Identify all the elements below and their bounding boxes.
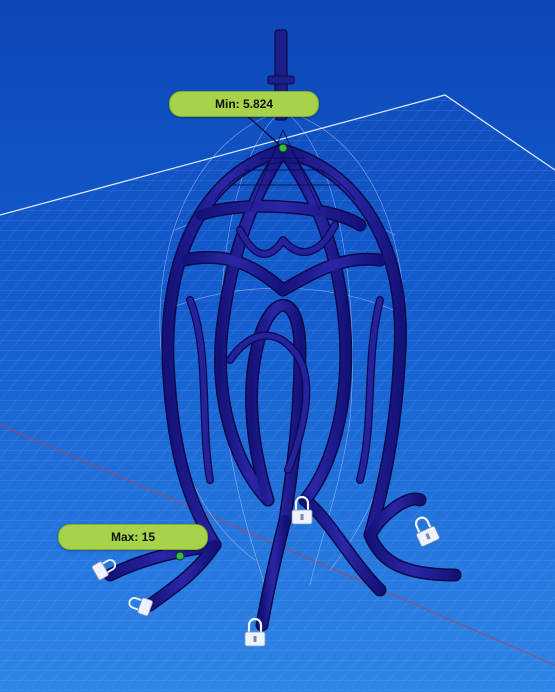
3d-viewport[interactable]: Min: 5.824 Max: 15 bbox=[0, 0, 555, 692]
min-marker[interactable] bbox=[278, 143, 288, 153]
max-thickness-callout[interactable]: Max: 15 bbox=[58, 524, 208, 550]
min-thickness-callout[interactable]: Min: 5.824 bbox=[169, 91, 319, 117]
max-marker[interactable] bbox=[175, 551, 185, 561]
